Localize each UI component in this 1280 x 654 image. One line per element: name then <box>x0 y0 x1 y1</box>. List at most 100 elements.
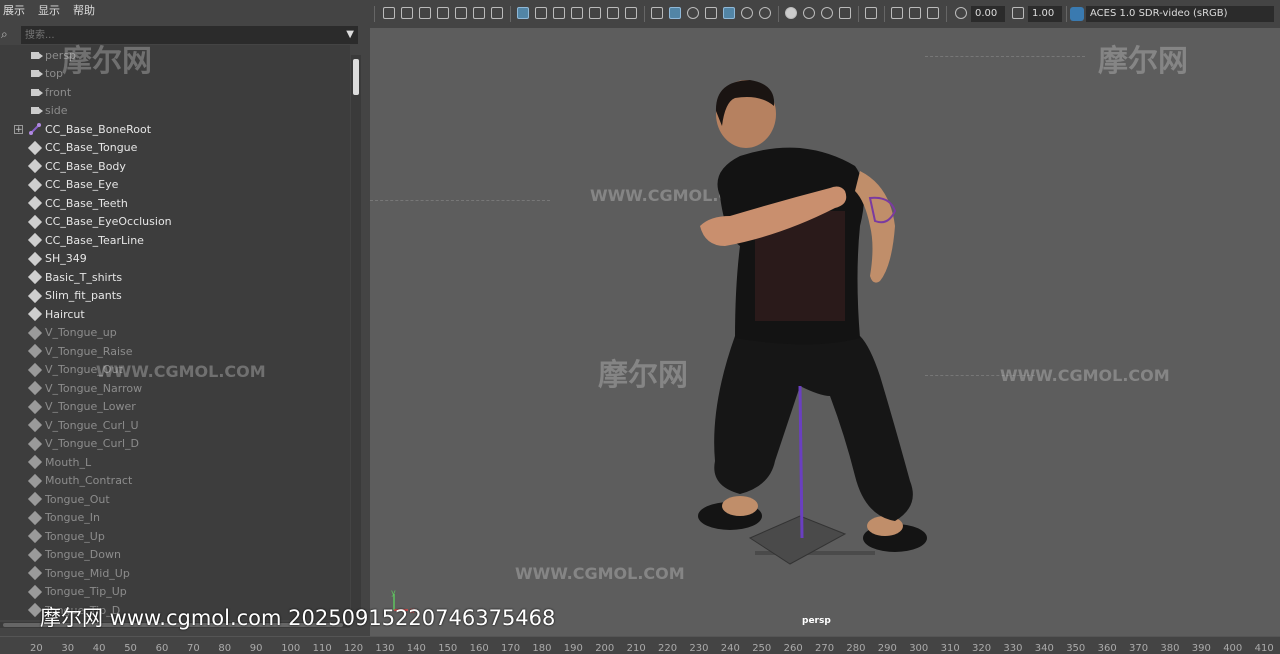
outliner-item-label: side <box>45 104 68 117</box>
grid-icon[interactable] <box>517 7 529 19</box>
wireframe-icon[interactable] <box>651 7 663 19</box>
outliner-item[interactable]: CC_Base_TearLine <box>0 231 350 249</box>
skeleton-root <box>798 385 804 539</box>
depth-of-field-icon[interactable] <box>839 7 851 19</box>
chevron-down-icon[interactable]: ▼ <box>346 29 354 40</box>
menu-item-display[interactable]: 展示 <box>3 2 25 18</box>
outliner-item[interactable]: CC_Base_EyeOcclusion <box>0 213 350 231</box>
gate-mask-icon[interactable] <box>571 7 583 19</box>
right-arm <box>855 171 895 283</box>
outliner-item[interactable]: Tongue_Down <box>0 546 350 564</box>
mesh-icon <box>27 325 43 340</box>
character-figure[interactable] <box>680 76 940 576</box>
wireframe-on-shaded-icon[interactable] <box>723 7 735 19</box>
exposure-field[interactable]: 0.00 <box>971 6 1005 22</box>
smooth-shade-icon[interactable] <box>669 7 681 19</box>
outliner-item[interactable]: Mouth_L <box>0 453 350 471</box>
color-space-dropdown[interactable]: ACES 1.0 SDR-video (sRGB) <box>1086 6 1274 22</box>
outliner-item[interactable]: side <box>0 102 350 120</box>
gamma-field[interactable]: 1.00 <box>1028 6 1062 22</box>
mesh-icon <box>27 399 43 414</box>
xray-joints-icon[interactable] <box>927 7 939 19</box>
filter-icon[interactable]: ⌕ <box>1 27 15 41</box>
outliner-item[interactable]: V_Tongue_Lower <box>0 398 350 416</box>
pencil-icon[interactable] <box>491 7 503 19</box>
outliner-item-label: CC_Base_TearLine <box>45 233 144 247</box>
grease-pencil-icon[interactable] <box>455 7 467 19</box>
film-gate-icon[interactable] <box>535 7 547 19</box>
watermark-line <box>925 56 1085 57</box>
safe-action-icon[interactable] <box>607 7 619 19</box>
outliner-item-label: CC_Base_Tongue <box>45 141 138 154</box>
xray-active-icon[interactable] <box>909 7 921 19</box>
outliner-item[interactable]: V_Tongue_Curl_U <box>0 416 350 434</box>
outliner-item[interactable]: Tongue_Out <box>0 490 350 508</box>
expand-icon[interactable]: + <box>14 124 23 134</box>
outliner-item[interactable]: CC_Base_Eye <box>0 176 350 194</box>
camera-attributes-icon[interactable] <box>401 7 413 19</box>
scroll-thumb[interactable] <box>353 59 359 95</box>
outliner-item[interactable]: Haircut <box>0 305 350 323</box>
outliner-item[interactable]: Tongue_Up <box>0 527 350 545</box>
select-camera-icon[interactable] <box>383 7 395 19</box>
bookmark-icon[interactable] <box>419 7 431 19</box>
menu-item-show[interactable]: 显示 <box>38 2 60 18</box>
ambient-occlusion-icon[interactable] <box>785 7 797 19</box>
field-chart-icon[interactable] <box>589 7 601 19</box>
outliner-item[interactable]: Mouth_Contract <box>0 472 350 490</box>
timeline-tick: 60 <box>155 643 169 654</box>
gamma-icon[interactable] <box>1012 7 1024 19</box>
timeline-tick: 170 <box>501 643 521 654</box>
anti-aliasing-icon[interactable] <box>821 7 833 19</box>
shadows-icon[interactable] <box>759 7 771 19</box>
timeline-tick: 180 <box>532 643 552 654</box>
timeline-tick: 310 <box>940 643 960 654</box>
textured-icon[interactable] <box>705 7 717 19</box>
outliner-item[interactable]: Tongue_Mid_Up <box>0 564 350 582</box>
timeline-tick: 230 <box>689 643 709 654</box>
motion-blur-icon[interactable] <box>803 7 815 19</box>
outliner-item[interactable]: Tongue_In <box>0 509 350 527</box>
outliner-item[interactable]: front <box>0 83 350 101</box>
joint-icon <box>28 122 42 136</box>
2d-pan-zoom-icon[interactable] <box>473 7 485 19</box>
outliner-item[interactable]: Basic_T_shirts <box>0 268 350 286</box>
outliner-item[interactable]: V_Tongue_Narrow <box>0 379 350 397</box>
xray-icon[interactable] <box>891 7 903 19</box>
exposure-icon[interactable] <box>955 7 967 19</box>
timeline-tick: 240 <box>720 643 740 654</box>
image-plane-icon[interactable] <box>437 7 449 19</box>
outliner-item[interactable]: CC_Base_Tongue <box>0 139 350 157</box>
timeline-tick: 350 <box>1066 643 1086 654</box>
outliner-item[interactable]: V_Tongue_up <box>0 324 350 342</box>
vertical-scrollbar[interactable] <box>351 55 361 620</box>
toolbar-separator <box>858 6 859 22</box>
timeline-tick: 280 <box>846 643 866 654</box>
outliner-item[interactable]: top <box>0 65 350 83</box>
color-management-icon[interactable] <box>1070 7 1084 21</box>
outliner-item-label: Mouth_L <box>45 455 92 469</box>
safe-title-icon[interactable] <box>625 7 637 19</box>
menu-item-help[interactable]: 帮助 <box>73 2 95 18</box>
mesh-icon <box>27 232 43 248</box>
time-slider[interactable]: 20 30 40 50 60 70 80 90 100 110 120 130 140 150 160 170… <box>0 636 1280 654</box>
outliner-item[interactable]: Slim_fit_pants <box>0 287 350 305</box>
outliner-item[interactable]: + CC_Base_BoneRoot <box>0 120 350 138</box>
outliner-item-label: Haircut <box>45 307 85 321</box>
3d-viewport[interactable]: WWW.CGMOL.COM 摩尔网 摩尔网 WWW.CGMOL.COM WWW.… <box>370 28 1280 636</box>
outliner-item[interactable]: SH_349 <box>0 250 350 268</box>
outliner-item[interactable]: persp <box>0 46 350 64</box>
outliner-item[interactable]: CC_Base_Teeth <box>0 194 350 212</box>
outliner-item[interactable]: V_Tongue_Curl_D <box>0 435 350 453</box>
lights-icon[interactable] <box>741 7 753 19</box>
default-material-icon[interactable] <box>687 7 699 19</box>
outliner-item[interactable]: Tongue_Tip_Up <box>0 583 350 601</box>
outliner-item[interactable]: V_Tongue_Raise <box>0 342 350 360</box>
toolbar-separator <box>778 6 779 22</box>
outliner-item[interactable]: CC_Base_Body <box>0 157 350 175</box>
watermark-url: WWW.CGMOL.COM <box>1000 366 1170 385</box>
mesh-icon <box>27 491 43 507</box>
isolate-select-icon[interactable] <box>865 7 877 19</box>
outliner-item-label: top <box>45 67 64 80</box>
resolution-gate-icon[interactable] <box>553 7 565 19</box>
